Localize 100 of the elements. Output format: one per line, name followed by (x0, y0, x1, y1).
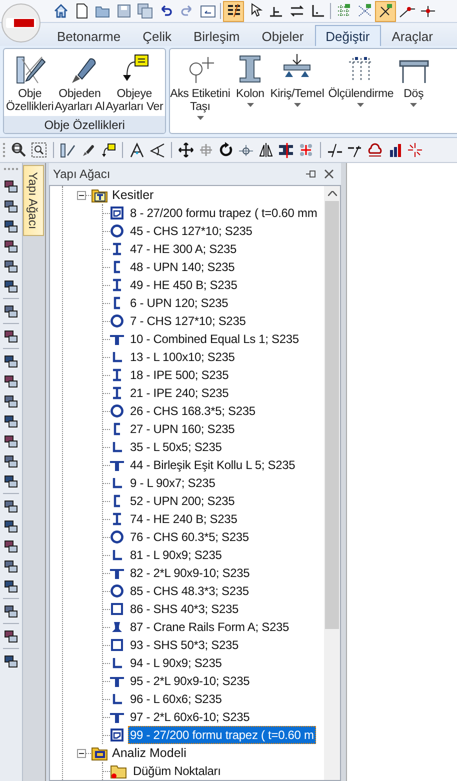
tree-item[interactable]: 52 - UPN 200; S235 (128, 492, 237, 510)
folder-icon (91, 186, 108, 204)
burst-icon[interactable] (407, 142, 423, 158)
bar-chart-icon[interactable] (387, 142, 403, 158)
ribbon-button[interactable]: Kolon (234, 51, 266, 133)
layer-list-button[interactable] (223, 0, 244, 22)
tree-item[interactable]: 94 - L 90x9; S235 (128, 654, 224, 672)
profile-section-icon (110, 656, 124, 670)
collapse-icon[interactable] (77, 190, 86, 200)
tree-item[interactable]: 27 - UPN 160; S235 (128, 420, 237, 438)
tree-item[interactable]: 21 - IPE 240; S235 (128, 384, 231, 402)
tree-item[interactable]: Analiz Modeli (112, 746, 186, 760)
tree-item[interactable]: 26 - CHS 168.3*5; S235 (128, 402, 258, 420)
snap-lock-button[interactable] (375, 0, 396, 22)
group-title: Obje Özellikleri (4, 116, 166, 133)
profile-section-icon (110, 440, 124, 454)
cloud-icon[interactable] (367, 142, 383, 158)
side-tab[interactable]: Yapı Ağacı (23, 165, 44, 236)
profile-section-icon (110, 386, 124, 400)
trim-icon[interactable] (278, 142, 294, 158)
rotate-icon[interactable] (218, 142, 234, 158)
collapse-icon[interactable] (77, 748, 86, 758)
tree-item[interactable]: 8 - 27/200 formu trapez ( t=0.60 mm (128, 204, 320, 222)
profile-section-icon (110, 476, 124, 490)
profile-section-icon (110, 602, 124, 616)
node-lock-icon (356, 3, 372, 19)
tree-item[interactable]: 96 - L 60x6; S235 (128, 690, 224, 708)
close-icon[interactable] (323, 168, 335, 180)
save-icon (116, 3, 132, 19)
tree-item[interactable]: 95 - 2*L 90x9-10; S235 (128, 672, 252, 690)
tree-item[interactable]: 86 - SHS 40*3; S235 (128, 600, 241, 618)
zoom-window-icon[interactable] (11, 142, 27, 158)
ribbon-button[interactable]: Objeye Ayarları Ver (106, 51, 164, 116)
tree-item[interactable]: 97 - 2*L 60x6-10; S235 (128, 708, 252, 726)
profile-section-icon (110, 728, 124, 742)
profile-section-icon (110, 620, 124, 634)
profile-section-icon (110, 206, 124, 220)
caret-icon[interactable] (246, 103, 254, 107)
tree-item[interactable]: 45 - CHS 127*10; S235 (128, 222, 254, 240)
ribbon-tab[interactable]: Çelik (132, 25, 182, 46)
tree-item[interactable]: 44 - Birleşik Eşit Kollu L 5; S235 (128, 456, 298, 474)
caret-icon[interactable] (196, 116, 204, 120)
caret-icon[interactable] (294, 103, 301, 107)
tree-item[interactable]: 6 - UPN 120; S235 (128, 294, 230, 312)
note-arrow-icon[interactable] (100, 142, 116, 158)
profile-section-icon (110, 458, 124, 472)
angle-icon[interactable] (149, 142, 165, 158)
profile-section-icon (110, 314, 124, 328)
tree-item[interactable]: 48 - UPN 140; S235 (128, 258, 237, 276)
tree-item[interactable]: 35 - L 50x5; S235 (128, 438, 224, 456)
tree-item[interactable]: 13 - L 100x10; S235 (128, 348, 237, 366)
scrollbar[interactable] (324, 186, 340, 780)
tree-item[interactable]: Düğüm Noktaları (131, 762, 223, 780)
ribbon-button[interactable]: Aks Etiketini Taşı (170, 51, 230, 133)
ribbon-button[interactable]: Döş (398, 51, 430, 133)
ribbon-button[interactable]: Kiriş/Temel (270, 51, 324, 133)
ribbon-tab[interactable]: Betonarme (46, 25, 132, 46)
snap-lock-icon (378, 3, 394, 19)
pin-icon[interactable] (305, 168, 317, 180)
tree-item[interactable]: 47 - HE 300 A; S235 (128, 240, 239, 258)
tree-item[interactable]: 93 - SHS 50*3; S235 (128, 636, 241, 654)
profile-section-icon (110, 710, 124, 724)
ruler-pencil-icon[interactable] (60, 142, 76, 158)
mirror-icon[interactable] (258, 142, 274, 158)
ribbon-tab[interactable]: Araçlar (380, 25, 444, 46)
tree-item[interactable]: 99 - 27/200 formu trapez ( t=0.60 m (128, 726, 316, 744)
zoom-extents-icon[interactable] (31, 142, 47, 158)
ribbon-button[interactable]: Ölçülendirme (328, 51, 394, 133)
scroll-up-icon[interactable] (328, 191, 336, 196)
tree-item[interactable]: 10 - Combined Equal Ls 1; S235 (128, 330, 301, 348)
tree-item[interactable]: 9 - L 90x7; S235 (128, 474, 218, 492)
caret-icon[interactable] (410, 103, 418, 107)
tree-item[interactable]: 74 - HE 240 B; S235 (128, 510, 240, 528)
array-icon[interactable] (298, 142, 314, 158)
folder-icon (91, 744, 108, 762)
tree-item[interactable]: 18 - IPE 500; S235 (128, 366, 231, 384)
tree-item[interactable]: 85 - CHS 48.3*3; S235 (128, 582, 251, 600)
tree-item[interactable]: 49 - HE 450 B; S235 (128, 276, 240, 294)
tree-item[interactable]: 81 - L 90x9; S235 (128, 546, 224, 564)
ribbon-button[interactable]: Obje Özellikleri (6, 51, 54, 116)
tree-item[interactable]: 87 - Crane Rails Form A; S235 (128, 618, 292, 636)
extend-icon[interactable] (327, 142, 343, 158)
ribbon-button[interactable]: Objeden Ayarları Al (54, 51, 105, 116)
tree-item[interactable]: 82 - 2*L 90x9-10; S235 (128, 564, 252, 582)
profile-section-icon (110, 548, 124, 562)
ribbon-tab[interactable]: Değiştir (314, 25, 381, 46)
caret-icon[interactable] (357, 103, 364, 107)
new-file-icon (74, 3, 90, 19)
grid-lock-icon (336, 3, 352, 19)
brush-icon[interactable] (80, 142, 96, 158)
tree-item[interactable]: 76 - CHS 60.3*5; S235 (128, 528, 251, 546)
cross-point-icon (420, 3, 436, 19)
ribbon-tab[interactable]: Birleşim (182, 25, 251, 46)
tree-item[interactable]: 7 - CHS 127*10; S235 (128, 312, 248, 330)
move-icon[interactable] (178, 142, 194, 158)
tree-item[interactable]: Kesitler (112, 188, 154, 202)
scale-icon[interactable] (238, 142, 254, 158)
ribbon-tab[interactable]: Objeler (250, 25, 315, 46)
profile-section-icon (110, 530, 124, 544)
compass-icon[interactable] (129, 142, 145, 158)
